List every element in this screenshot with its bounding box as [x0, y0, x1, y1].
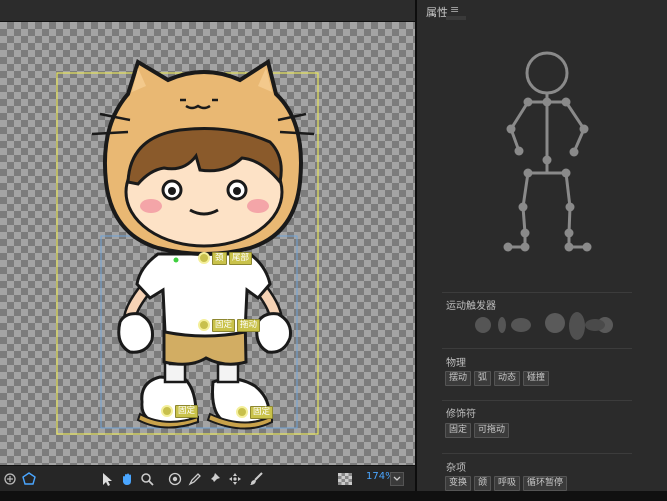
brush-icon[interactable] [247, 470, 265, 488]
behavior-chip[interactable]: 动态 [494, 371, 521, 386]
puppet-artwork [56, 58, 319, 435]
pen-icon[interactable] [186, 470, 204, 488]
behavior-chip[interactable]: 可拖动 [474, 423, 510, 438]
panel-title: 属性 [426, 6, 448, 19]
modifier-behaviors: 固定 可拖动 [445, 423, 510, 438]
hamburger-icon[interactable]: ≡ [450, 3, 459, 16]
motion-trigger-preview[interactable] [473, 310, 613, 344]
left-foot-pin[interactable] [161, 405, 173, 417]
left-shoe [136, 375, 199, 429]
status-strip [0, 491, 667, 501]
tools-toolbar: 174% [0, 465, 415, 491]
physics-behaviors: 摆动 弧 动态 碰撞 [445, 371, 550, 386]
tag-tail[interactable]: 尾部 [229, 252, 253, 265]
separator [442, 453, 632, 454]
tag-right-foot[interactable]: 固定 [250, 406, 274, 419]
misc-behaviors: 变换 颌 呼吸 循环暂停 [445, 476, 568, 491]
stage-header [0, 0, 415, 22]
select-arrow-icon[interactable] [98, 470, 116, 488]
checker-icon[interactable] [336, 470, 354, 488]
target-icon[interactable] [166, 470, 184, 488]
tag-waist-drag[interactable]: 拖动 [237, 319, 261, 332]
behavior-chip[interactable]: 呼吸 [494, 476, 521, 491]
behavior-chip[interactable]: 变换 [445, 476, 472, 491]
section-title-modifiers: 修饰符 [446, 409, 476, 420]
separator [442, 400, 632, 401]
clipped-heading [446, 16, 466, 20]
tag-waist-fixed[interactable]: 固定 [212, 319, 236, 332]
behavior-chip[interactable]: 碰撞 [523, 371, 550, 386]
puppet-icon[interactable] [1, 470, 19, 488]
skeleton-diagram [503, 51, 592, 252]
dropdown-icon[interactable] [390, 472, 404, 486]
pin-icon[interactable] [205, 470, 223, 488]
right-glove [255, 312, 292, 354]
app-window: 颈 尾部 固定 拖动 固定 固定 174% 属性 ≡ 运动触发器 物理 摆动 弧… [0, 0, 667, 501]
right-shoe [206, 377, 273, 430]
move-icon[interactable] [226, 470, 244, 488]
behavior-chip[interactable]: 循环暂停 [523, 476, 568, 491]
zoom-icon[interactable] [138, 470, 156, 488]
properties-panel: 属性 ≡ 运动触发器 物理 摆动 弧 动态 碰撞 修饰符 固定 可拖动 杂项 变… [417, 0, 667, 491]
separator [442, 348, 632, 349]
tag-neck[interactable]: 颈 [212, 252, 227, 265]
section-title-misc: 杂项 [446, 463, 466, 474]
behavior-chip[interactable]: 固定 [445, 423, 472, 438]
behavior-chip[interactable]: 摆动 [445, 371, 472, 386]
shape-icon[interactable] [20, 470, 38, 488]
left-glove [117, 312, 154, 354]
canvas-stage[interactable]: 颈 尾部 固定 拖动 固定 固定 [0, 22, 415, 465]
behavior-chip[interactable]: 弧 [474, 371, 492, 386]
behavior-chip[interactable]: 颌 [474, 476, 492, 491]
separator [442, 292, 632, 293]
hand-icon[interactable] [118, 470, 136, 488]
section-title-physics: 物理 [446, 358, 466, 369]
tag-left-foot[interactable]: 固定 [175, 405, 199, 418]
waist-handle-pin[interactable] [198, 319, 210, 331]
right-foot-pin[interactable] [236, 406, 248, 418]
neck-handle-pin[interactable] [198, 252, 210, 264]
